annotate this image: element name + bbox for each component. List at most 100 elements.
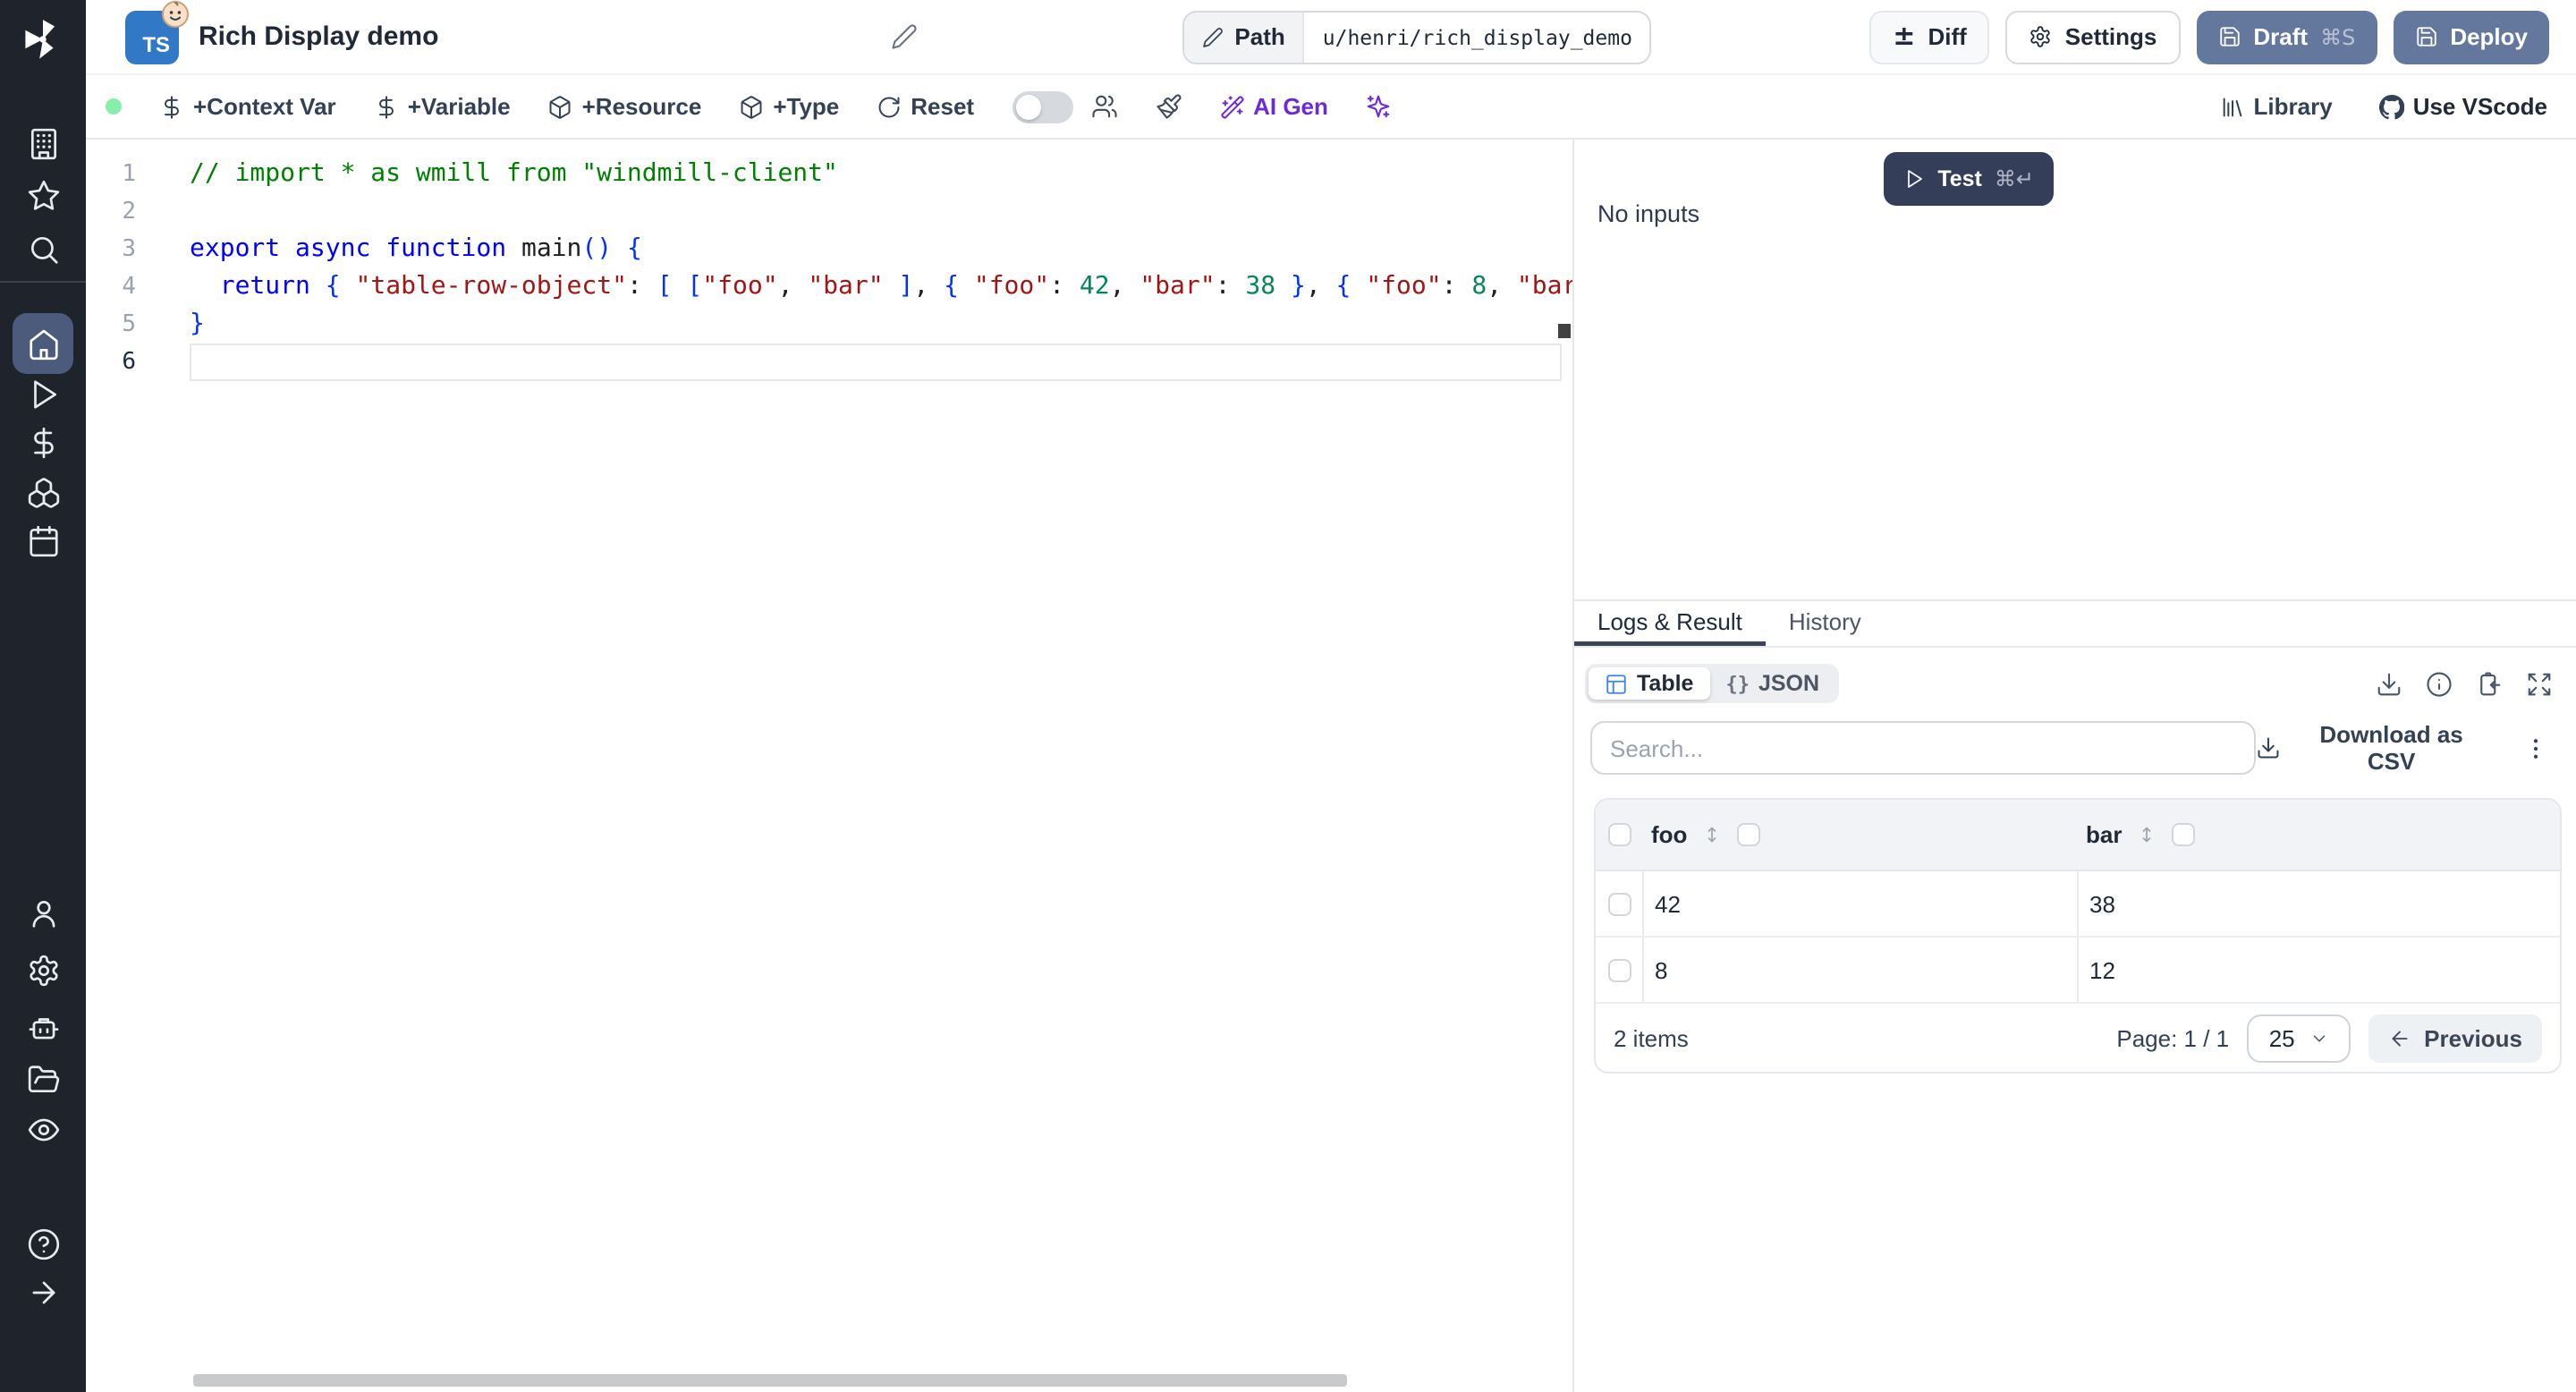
column-checkbox[interactable] [1737, 823, 1760, 846]
path-label-segment: Path [1184, 12, 1304, 62]
result-toolbar: Table {}JSON [1574, 648, 2576, 703]
view-json-button[interactable]: {}JSON [1709, 667, 1835, 700]
table-header-row: foo bar [1596, 800, 2560, 871]
sidebar-item-help[interactable] [0, 1227, 86, 1261]
no-inputs-label: No inputs [1597, 200, 1699, 227]
sidebar-item-search[interactable] [0, 233, 86, 267]
table-body: 4238812 [1596, 871, 2560, 1004]
path-field[interactable]: Path u/henri/rich_display_demo [1182, 10, 1652, 64]
dollar-icon [374, 94, 399, 119]
reset-button[interactable]: Reset [877, 93, 974, 120]
view-table-button[interactable]: Table [1589, 667, 1709, 700]
kebab-menu-icon[interactable] [2522, 734, 2549, 761]
column-checkbox[interactable] [2172, 823, 2195, 846]
edit-title-pencil-icon[interactable] [891, 23, 918, 50]
info-icon[interactable] [2426, 670, 2453, 697]
sidebar-item-runs[interactable] [0, 378, 86, 412]
code-editor[interactable]: 123456 // import * as wmill from "windmi… [86, 140, 1574, 1392]
draft-shortcut: ⌘S [2320, 24, 2355, 49]
sidebar-item-resources[interactable] [0, 476, 86, 510]
diff-label: Diff [1928, 23, 1966, 50]
arrow-left-icon [2388, 1026, 2411, 1049]
sparkles-icon[interactable] [1366, 93, 1393, 120]
wand-icon [1219, 94, 1244, 119]
save-icon [2217, 25, 2241, 48]
chevron-down-icon [2309, 1028, 2329, 1048]
column-header-foo[interactable]: foo [1651, 821, 1687, 848]
editor-horizontal-scrollbar[interactable] [193, 1374, 1347, 1387]
table-cell: 38 [2077, 871, 2560, 936]
sidebar-item-workers[interactable] [0, 1011, 86, 1045]
table-icon [1605, 672, 1628, 695]
page-size-select[interactable]: 25 [2247, 1014, 2351, 1062]
sidebar-item-audit-logs[interactable] [0, 1113, 86, 1147]
table-cell: 8 [1642, 938, 2077, 1002]
paintbrush-icon[interactable] [1155, 93, 1182, 120]
previous-page-button[interactable]: Previous [2368, 1014, 2542, 1062]
status-dot [106, 98, 122, 115]
test-label: Test [1937, 166, 1982, 191]
emoji-sticker-icon [161, 0, 190, 28]
sidebar-item-users[interactable] [0, 896, 86, 930]
add-context-var-button[interactable]: +Context Var [159, 93, 336, 120]
library-icon [2220, 94, 2245, 119]
sidebar-item-home[interactable] [13, 313, 73, 374]
add-resource-button[interactable]: +Resource [548, 93, 702, 120]
sidebar-item-settings[interactable] [0, 954, 86, 988]
gear-icon [2029, 25, 2053, 48]
draft-button[interactable]: Draft⌘S [2196, 10, 2377, 64]
path-value[interactable]: u/henri/rich_display_demo [1305, 12, 1650, 62]
github-icon [2379, 94, 2404, 119]
result-panel: Logs & Result History Table {}JSON [1574, 601, 2576, 1392]
package-icon [739, 94, 764, 119]
download-csv-button[interactable]: Download as CSV [2255, 721, 2490, 775]
tab-history[interactable]: History [1766, 601, 1885, 646]
code-lines[interactable]: // import * as wmill from "windmill-clie… [190, 156, 1572, 381]
library-button[interactable]: Library [2220, 93, 2333, 120]
row-checkbox[interactable] [1607, 892, 1631, 915]
result-table: foo bar 4238812 2 i [1594, 798, 2562, 1074]
add-variable-button[interactable]: +Variable [374, 93, 511, 120]
path-label: Path [1234, 23, 1284, 50]
play-icon [1903, 168, 1925, 190]
sidebar-expand-icon[interactable] [0, 1276, 86, 1310]
select-all-checkbox[interactable] [1607, 823, 1631, 846]
row-checkbox[interactable] [1607, 958, 1631, 981]
sidebar-item-variables[interactable] [0, 426, 86, 460]
copy-to-clipboard-icon[interactable] [2476, 670, 2503, 697]
search-input[interactable] [1590, 721, 2255, 775]
settings-label: Settings [2065, 23, 2157, 50]
sidebar-item-favorites[interactable] [0, 179, 86, 213]
use-vscode-button[interactable]: Use VScode [2379, 93, 2547, 120]
mode-toggle[interactable] [1012, 90, 1072, 123]
settings-button[interactable]: Settings [2006, 10, 2181, 64]
sidebar-item-folders[interactable] [0, 1063, 86, 1097]
download-result-icon[interactable] [2376, 670, 2402, 697]
add-type-button[interactable]: +Type [739, 93, 839, 120]
tab-logs-result[interactable]: Logs & Result [1574, 601, 1766, 646]
sort-icon[interactable] [2136, 823, 2157, 846]
expand-icon[interactable] [2526, 670, 2553, 697]
sidebar-divider [0, 281, 86, 283]
ai-gen-button[interactable]: AI Gen [1219, 93, 1328, 120]
editor-gutter: 123456 [86, 156, 190, 381]
users-icon[interactable] [1090, 93, 1117, 120]
sidebar-item-workspace[interactable] [0, 127, 86, 161]
rotate-icon [877, 94, 902, 119]
windmill-logo-icon[interactable] [18, 14, 68, 64]
result-view-toggle: Table {}JSON [1585, 664, 1839, 703]
sort-icon[interactable] [1701, 823, 1723, 846]
page-indicator: Page: 1 / 1 [2116, 1024, 2229, 1051]
path-edit-pencil-icon [1202, 26, 1224, 47]
language-label: TS [142, 31, 170, 56]
braces-icon: {} [1725, 672, 1750, 695]
test-button[interactable]: Test ⌘↵ [1884, 152, 2054, 206]
download-icon [2255, 735, 2280, 760]
column-header-bar[interactable]: bar [2086, 821, 2122, 848]
diff-button[interactable]: ±Diff [1869, 10, 1990, 64]
sidebar-item-schedules[interactable] [0, 524, 86, 558]
deploy-button[interactable]: Deploy [2393, 10, 2549, 64]
editor-toolbar: +Context Var +Variable +Resource +Type R… [86, 75, 2576, 140]
typescript-badge: TS [125, 10, 179, 64]
package-icon [548, 94, 573, 119]
